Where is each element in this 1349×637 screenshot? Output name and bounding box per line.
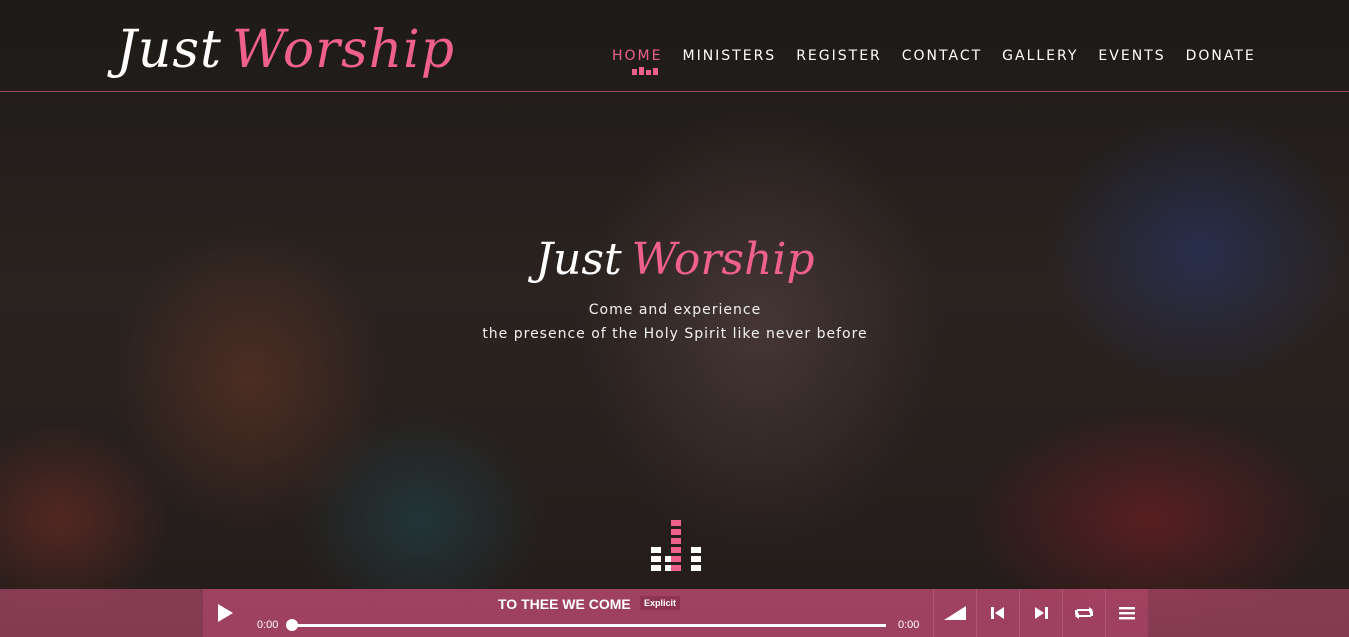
- nav-item-gallery[interactable]: GALLERY: [1002, 45, 1078, 67]
- main-nav: HOME MINISTERS REGISTER CONTACT GALLERY …: [612, 45, 1256, 67]
- duration: 0:00: [898, 619, 920, 631]
- playlist-menu-button[interactable]: [1105, 589, 1148, 637]
- track-title: TO THEE WE COME: [498, 596, 631, 612]
- volume-button[interactable]: [933, 589, 976, 637]
- current-time: 0:00: [257, 619, 279, 631]
- repeat-button[interactable]: [1062, 589, 1105, 637]
- progress-bar[interactable]: [289, 624, 886, 627]
- explicit-badge: Explicit: [640, 596, 681, 610]
- site-logo[interactable]: Just Worship: [116, 10, 455, 90]
- play-button[interactable]: [203, 589, 247, 637]
- play-icon: [218, 604, 233, 622]
- playlist-menu-icon: [1119, 607, 1135, 620]
- next-track-icon: [1035, 607, 1048, 619]
- repeat-icon: [1075, 607, 1093, 619]
- nav-item-ministers[interactable]: MINISTERS: [682, 45, 776, 67]
- audio-player: TO THEE WE COME Explicit 0:00 0:00: [203, 589, 1148, 637]
- nav-item-contact[interactable]: CONTACT: [902, 45, 982, 67]
- nav-item-home[interactable]: HOME: [612, 45, 662, 67]
- equalizer-icon: [651, 513, 703, 571]
- logo-word-just: Just: [116, 20, 222, 80]
- progress-thumb[interactable]: [286, 619, 298, 631]
- nav-item-donate[interactable]: DONATE: [1186, 45, 1256, 67]
- next-track-button[interactable]: [1019, 589, 1062, 637]
- hero-tagline-line1: Come and experience: [588, 302, 762, 318]
- nav-item-register[interactable]: REGISTER: [796, 45, 882, 67]
- volume-icon: [944, 606, 966, 620]
- nav-item-events[interactable]: EVENTS: [1098, 45, 1165, 67]
- hero-logo-word-just: Just: [535, 234, 622, 285]
- site-header: Just Worship HOME MINISTERS REGISTER CONT…: [0, 0, 1349, 92]
- previous-track-icon: [991, 607, 1004, 619]
- hero-logo: Just Worship: [400, 222, 950, 298]
- active-nav-indicator-icon: [632, 67, 658, 75]
- logo-word-worship: Worship: [231, 20, 456, 80]
- hero-tagline-line2: the presence of the Holy Spirit like nev…: [482, 326, 868, 342]
- hero-logo-word-worship: Worship: [631, 234, 815, 285]
- previous-track-button[interactable]: [976, 589, 1019, 637]
- hero: Just Worship Come and experience the pres…: [400, 222, 950, 346]
